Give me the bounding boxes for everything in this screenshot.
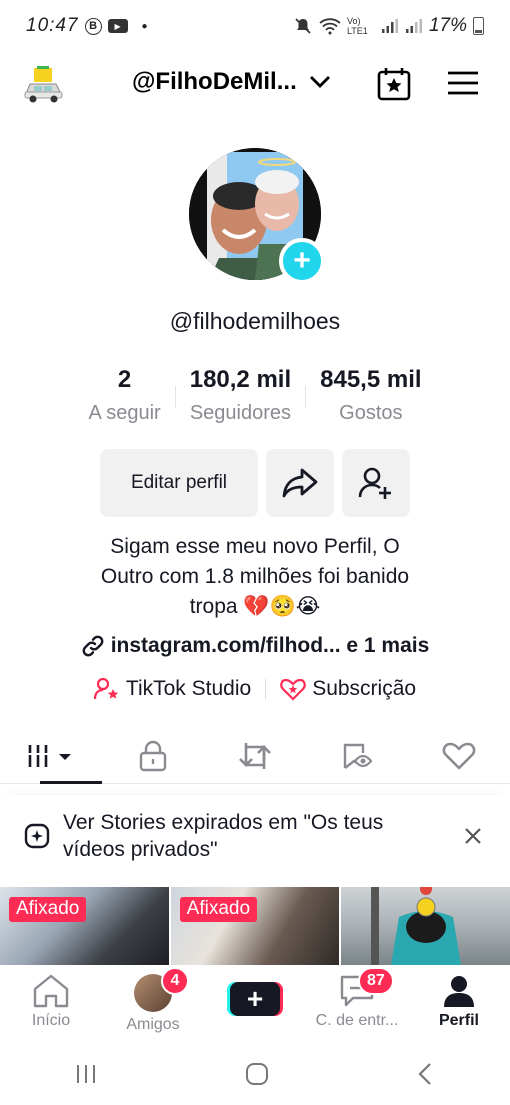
tiktok-studio-label: TikTok Studio [125, 677, 252, 700]
clock: 10:47 [26, 15, 79, 36]
tab-private[interactable] [102, 728, 204, 783]
back-icon[interactable] [416, 1062, 436, 1086]
divider [265, 679, 267, 699]
thumbnail-art [371, 887, 462, 965]
create-button[interactable]: + [227, 982, 283, 1016]
nav-friends-label: Amigos [126, 1016, 180, 1033]
followers-stat[interactable]: 180,2 mil Seguidores [176, 366, 305, 425]
menu-icon[interactable] [446, 66, 480, 105]
recent-apps-icon[interactable] [74, 1063, 98, 1085]
profile-username: @filhodemilhoes [169, 308, 341, 334]
youtube-notification-icon: ▶ [107, 19, 128, 33]
share-profile-button[interactable] [266, 449, 334, 517]
nav-home-label: Início [31, 1012, 71, 1029]
subscription-label: Subscrição [312, 677, 417, 700]
wifi-icon [319, 18, 341, 35]
story-sparkle-icon [24, 823, 50, 849]
following-label: A seguir [88, 402, 161, 424]
heart-icon [442, 742, 476, 769]
account-switcher[interactable]: @FilhoDeMil... [132, 68, 331, 96]
heart-star-icon [280, 678, 306, 701]
add-friends-button[interactable] [342, 449, 410, 517]
likes-count: 845,5 mil [320, 366, 422, 393]
tab-videos[interactable] [0, 728, 102, 784]
account-handle: @FilhoDeMil... [132, 68, 297, 95]
likes-label: Gostos [339, 402, 403, 424]
inbox-badge: 87 [358, 967, 394, 995]
nav-profile-label: Perfil [438, 1012, 479, 1029]
more-notifications-icon: ● [141, 20, 148, 32]
home-button-icon[interactable] [245, 1062, 269, 1086]
close-icon[interactable] [464, 827, 482, 845]
nav-inbox[interactable]: 87 C. de entr... [306, 965, 408, 1040]
pinned-badge: Afixado [179, 897, 258, 922]
add-user-icon [358, 467, 391, 499]
lock-icon [139, 740, 167, 771]
plus-icon: + [230, 982, 280, 1016]
tab-reposts[interactable] [204, 728, 306, 783]
signal-2-icon [405, 19, 422, 33]
profile-bio: Sigam esse meu novo Perfil, O Outro com … [60, 532, 450, 622]
nav-create[interactable]: + [204, 965, 306, 1040]
video-grid: Afixado Afixado [0, 887, 510, 965]
profile-stats: 2 A seguir 180,2 mil Seguidores 845,5 mi… [40, 366, 470, 425]
subscription-link[interactable]: Subscrição [280, 677, 416, 701]
repost-icon [239, 742, 271, 769]
following-stat[interactable]: 2 A seguir [74, 366, 174, 425]
edit-profile-button[interactable]: Editar perfil [100, 449, 258, 517]
saved-icon [343, 743, 373, 769]
link-text: instagram.com/filhod... e 1 mais [110, 634, 430, 657]
followers-count: 180,2 mil [189, 366, 292, 393]
signal-icon [381, 19, 398, 33]
bio-link[interactable]: instagram.com/filhod... e 1 mais [0, 634, 510, 658]
nav-inbox-label: C. de entr... [315, 1012, 399, 1029]
bio-line: tropa 💔🥺😭 [189, 595, 321, 618]
share-icon [282, 468, 318, 498]
b-notification-icon: B [84, 17, 102, 35]
battery-percent: 17% [428, 15, 467, 36]
network-label: Vo) LTE1 [346, 16, 368, 36]
chevron-down-icon [309, 76, 330, 88]
profile-icon [444, 976, 474, 1007]
tiktok-studio-link[interactable]: TikTok Studio [93, 677, 252, 701]
status-bar: 10:47 B ▶ ● Vo) LTE1 17% [0, 0, 510, 52]
tab-liked[interactable] [408, 728, 510, 783]
user-star-icon [93, 677, 119, 700]
car-logo-icon[interactable] [22, 64, 64, 104]
calendar-star-icon[interactable] [376, 66, 412, 107]
nav-profile[interactable]: Perfil [408, 965, 510, 1040]
system-nav-bar [0, 1042, 510, 1105]
following-count: 2 [117, 366, 132, 393]
link-icon [82, 635, 104, 657]
expired-stories-banner[interactable]: Ver Stories expirados em "Os teus vídeos… [0, 795, 510, 877]
bio-line: Outro com 1.8 milhões foi banido [100, 565, 410, 588]
stories-banner-text: Ver Stories expirados em "Os teus vídeos… [63, 811, 384, 861]
profile-tabs [0, 728, 510, 784]
creator-tools-row: TikTok Studio Subscrição [0, 677, 510, 701]
pinned-badge: Afixado [9, 897, 87, 922]
bottom-nav: Início 4 Amigos + 87 C. de entr... Perfi… [0, 965, 510, 1040]
battery-icon [473, 17, 484, 35]
video-thumbnail[interactable]: Afixado [170, 887, 340, 965]
add-story-button[interactable]: + [279, 238, 325, 284]
tab-saved[interactable] [306, 728, 408, 783]
video-thumbnail[interactable] [341, 887, 510, 965]
nav-friends[interactable]: 4 Amigos [102, 965, 204, 1040]
bio-line: Sigam esse meu novo Perfil, O [110, 535, 400, 558]
likes-stat[interactable]: 845,5 mil Gostos [306, 366, 435, 425]
mute-icon [295, 18, 311, 34]
followers-label: Seguidores [189, 402, 292, 424]
videos-grid-icon [27, 744, 71, 767]
friends-badge: 4 [161, 967, 189, 995]
video-thumbnail[interactable]: Afixado [0, 887, 169, 965]
home-icon [33, 974, 69, 1008]
nav-home[interactable]: Início [0, 965, 102, 1040]
profile-header: @FilhoDeMil... [0, 58, 510, 110]
